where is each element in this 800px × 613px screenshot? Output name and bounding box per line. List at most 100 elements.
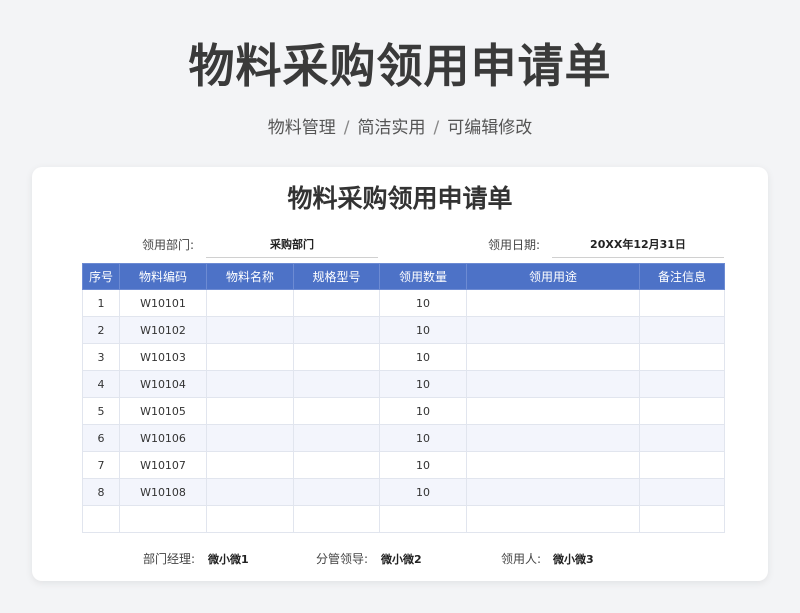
table-row: 1 W10101 10 <box>82 289 725 317</box>
manager-label: 部门经理: <box>143 552 196 566</box>
cell-quantity[interactable]: 10 <box>379 343 467 371</box>
cell-quantity[interactable]: 10 <box>379 424 467 452</box>
cell-spec[interactable] <box>293 505 380 533</box>
receiver-label: 领用人: <box>501 552 542 566</box>
cell-purpose[interactable] <box>466 343 640 371</box>
cell-quantity[interactable]: 10 <box>379 451 467 479</box>
date-field[interactable]: 20XX年12月31日 <box>552 236 724 258</box>
cell-name[interactable] <box>206 343 294 371</box>
cell-name[interactable] <box>206 478 294 506</box>
cell-purpose[interactable] <box>466 370 640 398</box>
cell-name[interactable] <box>206 289 294 317</box>
cell-quantity[interactable]: 10 <box>379 397 467 425</box>
cell-purpose[interactable] <box>466 397 640 425</box>
supervisor-value: 微小微2 <box>381 553 422 566</box>
cell-spec[interactable] <box>293 343 380 371</box>
cell-code[interactable]: W10104 <box>119 370 207 398</box>
cell-spec[interactable] <box>293 478 380 506</box>
cell-purpose[interactable] <box>466 505 640 533</box>
col-header-remarks: 备注信息 <box>639 263 725 290</box>
cell-quantity[interactable]: 10 <box>379 370 467 398</box>
cell-code[interactable] <box>119 505 207 533</box>
cell-spec[interactable] <box>293 397 380 425</box>
cell-quantity[interactable] <box>379 505 467 533</box>
cell-remarks[interactable] <box>639 505 725 533</box>
col-header-index: 序号 <box>82 263 120 290</box>
cell-purpose[interactable] <box>466 316 640 344</box>
table-row: 8 W10108 10 <box>82 478 725 506</box>
cell-remarks[interactable] <box>639 424 725 452</box>
cell-name[interactable] <box>206 505 294 533</box>
table-row: 5 W10105 10 <box>82 397 725 425</box>
subtitle-item: 简洁实用 <box>357 118 426 138</box>
subtitle-item: 可编辑修改 <box>447 118 533 138</box>
table-row: 6 W10106 10 <box>82 424 725 452</box>
date-label: 领用日期: <box>488 238 541 252</box>
form-title: 物料采购领用申请单 <box>287 184 513 213</box>
subtitle-separator: / <box>433 118 440 138</box>
materials-table: 序号 物料编码 物料名称 规格型号 领用数量 领用用途 备注信息 1 W10101… <box>82 263 725 533</box>
cell-spec[interactable] <box>293 451 380 479</box>
cell-remarks[interactable] <box>639 397 725 425</box>
cell-index[interactable]: 5 <box>82 397 120 425</box>
cell-index[interactable] <box>82 505 120 533</box>
col-header-quantity: 领用数量 <box>379 263 467 290</box>
cell-index[interactable]: 2 <box>82 316 120 344</box>
department-label: 领用部门: <box>142 238 195 252</box>
cell-index[interactable]: 8 <box>82 478 120 506</box>
table-row <box>82 505 725 533</box>
subtitle-separator: / <box>343 118 350 138</box>
receiver-value: 微小微3 <box>553 553 594 566</box>
cell-spec[interactable] <box>293 370 380 398</box>
supervisor-label: 分管领导: <box>316 552 369 566</box>
col-header-name: 物料名称 <box>206 263 294 290</box>
cell-remarks[interactable] <box>639 370 725 398</box>
cell-remarks[interactable] <box>639 343 725 371</box>
cell-quantity[interactable]: 10 <box>379 289 467 317</box>
cell-name[interactable] <box>206 397 294 425</box>
cell-code[interactable]: W10101 <box>119 289 207 317</box>
cell-code[interactable]: W10102 <box>119 316 207 344</box>
cell-code[interactable]: W10105 <box>119 397 207 425</box>
cell-code[interactable]: W10107 <box>119 451 207 479</box>
cell-spec[interactable] <box>293 424 380 452</box>
table-row: 7 W10107 10 <box>82 451 725 479</box>
cell-code[interactable]: W10108 <box>119 478 207 506</box>
table-row: 4 W10104 10 <box>82 370 725 398</box>
cell-index[interactable]: 4 <box>82 370 120 398</box>
page-subtitle: 物料管理 / 简洁实用 / 可编辑修改 <box>0 113 800 138</box>
cell-purpose[interactable] <box>466 424 640 452</box>
cell-spec[interactable] <box>293 289 380 317</box>
subtitle-item: 物料管理 <box>267 118 336 138</box>
cell-name[interactable] <box>206 424 294 452</box>
cell-index[interactable]: 6 <box>82 424 120 452</box>
manager-value: 微小微1 <box>208 553 249 566</box>
cell-name[interactable] <box>206 451 294 479</box>
cell-index[interactable]: 3 <box>82 343 120 371</box>
cell-remarks[interactable] <box>639 478 725 506</box>
col-header-spec: 规格型号 <box>293 263 380 290</box>
cell-index[interactable]: 7 <box>82 451 120 479</box>
cell-spec[interactable] <box>293 316 380 344</box>
department-field[interactable]: 采购部门 <box>206 236 378 258</box>
cell-name[interactable] <box>206 370 294 398</box>
cell-code[interactable]: W10106 <box>119 424 207 452</box>
table-row: 2 W10102 10 <box>82 316 725 344</box>
cell-name[interactable] <box>206 316 294 344</box>
cell-remarks[interactable] <box>639 451 725 479</box>
cell-quantity[interactable]: 10 <box>379 478 467 506</box>
cell-purpose[interactable] <box>466 478 640 506</box>
cell-code[interactable]: W10103 <box>119 343 207 371</box>
cell-purpose[interactable] <box>466 289 640 317</box>
cell-remarks[interactable] <box>639 316 725 344</box>
form-card: 物料采购领用申请单 领用部门: 采购部门 领用日期: 20XX年12月31日 序… <box>32 167 768 581</box>
page-title: 物料采购领用申请单 <box>188 39 612 93</box>
cell-quantity[interactable]: 10 <box>379 316 467 344</box>
table-row: 3 W10103 10 <box>82 343 725 371</box>
table-header-row: 序号 物料编码 物料名称 规格型号 领用数量 领用用途 备注信息 <box>82 263 725 290</box>
col-header-code: 物料编码 <box>119 263 207 290</box>
cell-index[interactable]: 1 <box>82 289 120 317</box>
cell-purpose[interactable] <box>466 451 640 479</box>
cell-remarks[interactable] <box>639 289 725 317</box>
col-header-purpose: 领用用途 <box>466 263 640 290</box>
